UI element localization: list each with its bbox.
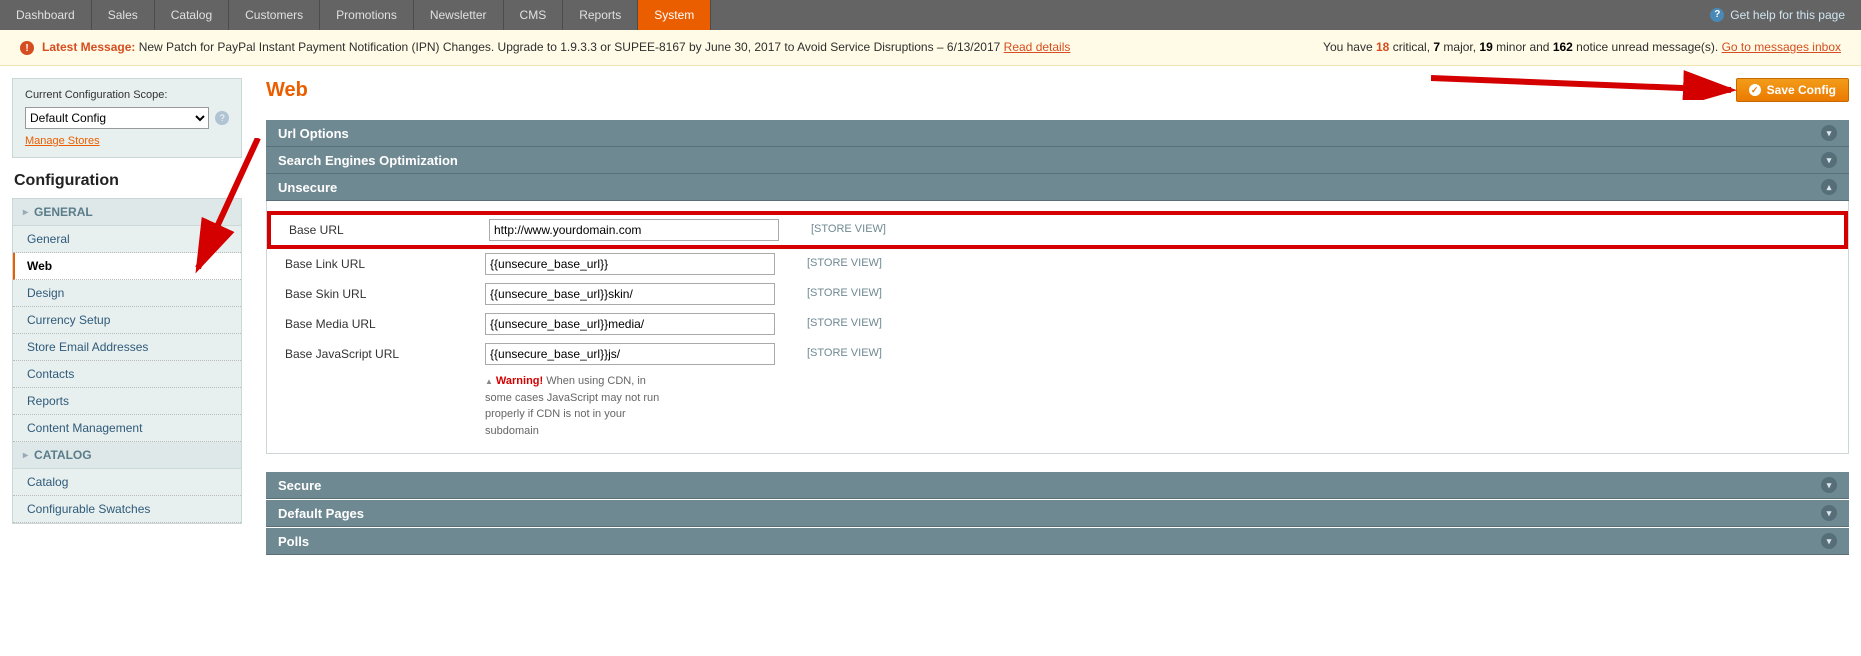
save-config-button[interactable]: ✓ Save Config [1736, 78, 1849, 102]
base-url-label: Base URL [289, 219, 489, 237]
scope-label: Current Configuration Scope: [25, 89, 229, 101]
base-js-url-scope: [STORE VIEW] [775, 343, 1095, 359]
help-label: Get help for this page [1730, 0, 1845, 30]
section-secure[interactable]: Secure ▾ [266, 472, 1849, 499]
menu-currency-setup[interactable]: Currency Setup [13, 307, 241, 334]
chevron-down-icon: ▾ [1821, 533, 1837, 549]
base-js-url-input[interactable] [485, 343, 775, 365]
scope-box: Current Configuration Scope: Default Con… [12, 78, 242, 158]
row-base-media-url: Base Media URL [STORE VIEW] [267, 309, 1848, 339]
row-base-skin-url: Base Skin URL [STORE VIEW] [267, 279, 1848, 309]
js-url-warning: ▲Warning! When using CDN, in some cases … [267, 369, 667, 439]
section-default-pages[interactable]: Default Pages ▾ [266, 500, 1849, 527]
section-url-options[interactable]: Url Options ▾ [266, 120, 1849, 147]
menu-web[interactable]: Web [13, 253, 241, 280]
scope-select[interactable]: Default Config [25, 107, 209, 129]
base-skin-url-input[interactable] [485, 283, 775, 305]
section-catalog[interactable]: CATALOG [13, 442, 241, 469]
base-url-scope: [STORE VIEW] [779, 219, 1099, 235]
menu-store-email[interactable]: Store Email Addresses [13, 334, 241, 361]
inbox-link[interactable]: Go to messages inbox [1722, 40, 1841, 54]
base-url-input[interactable] [489, 219, 779, 241]
unsecure-body: Base URL [STORE VIEW] Base Link URL [STO… [266, 201, 1849, 454]
manage-stores-link[interactable]: Manage Stores [25, 135, 100, 147]
menu-configurable-swatches[interactable]: Configurable Swatches [13, 496, 241, 523]
base-skin-url-scope: [STORE VIEW] [775, 283, 1095, 299]
nav-catalog[interactable]: Catalog [155, 0, 229, 30]
latest-message-label: Latest Message: [42, 40, 135, 54]
message-bar: ! Latest Message: New Patch for PayPal I… [0, 30, 1861, 66]
save-config-label: Save Config [1767, 83, 1836, 97]
section-unsecure[interactable]: Unsecure ▴ [266, 174, 1849, 201]
critical-count: 18 [1376, 40, 1389, 54]
section-seo[interactable]: Search Engines Optimization ▾ [266, 147, 1849, 174]
nav-customers[interactable]: Customers [229, 0, 320, 30]
base-media-url-scope: [STORE VIEW] [775, 313, 1095, 329]
base-media-url-input[interactable] [485, 313, 775, 335]
section-general[interactable]: GENERAL [13, 199, 241, 226]
latest-message-text: New Patch for PayPal Instant Payment Not… [139, 40, 1001, 54]
message-summary: You have 18 critical, 7 major, 19 minor … [1323, 40, 1841, 54]
nav-cms[interactable]: CMS [504, 0, 564, 30]
nav-newsletter[interactable]: Newsletter [414, 0, 504, 30]
nav-promotions[interactable]: Promotions [320, 0, 414, 30]
menu-content-management[interactable]: Content Management [13, 415, 241, 442]
row-base-url: Base URL [STORE VIEW] [267, 211, 1848, 249]
menu-design[interactable]: Design [13, 280, 241, 307]
base-link-url-input[interactable] [485, 253, 775, 275]
top-nav: Dashboard Sales Catalog Customers Promot… [0, 0, 1861, 30]
notice-count: 162 [1553, 40, 1573, 54]
alert-icon: ! [20, 41, 34, 55]
menu-contacts[interactable]: Contacts [13, 361, 241, 388]
read-details-link[interactable]: Read details [1004, 40, 1071, 54]
nav-reports[interactable]: Reports [563, 0, 638, 30]
base-link-url-label: Base Link URL [285, 253, 485, 271]
help-link[interactable]: ? Get help for this page [1694, 0, 1861, 30]
row-base-link-url: Base Link URL [STORE VIEW] [267, 249, 1848, 279]
minor-count: 19 [1479, 40, 1492, 54]
base-media-url-label: Base Media URL [285, 313, 485, 331]
menu-general[interactable]: General [13, 226, 241, 253]
chevron-down-icon: ▾ [1821, 477, 1837, 493]
nav-dashboard[interactable]: Dashboard [0, 0, 92, 30]
page-title: Web [266, 79, 308, 102]
base-link-url-scope: [STORE VIEW] [775, 253, 1095, 269]
configuration-heading: Configuration [14, 172, 242, 190]
nav-system[interactable]: System [638, 0, 711, 30]
menu-catalog[interactable]: Catalog [13, 469, 241, 496]
base-js-url-label: Base JavaScript URL [285, 343, 485, 361]
chevron-down-icon: ▾ [1821, 505, 1837, 521]
base-skin-url-label: Base Skin URL [285, 283, 485, 301]
scope-help-icon[interactable]: ? [215, 111, 229, 125]
menu-reports[interactable]: Reports [13, 388, 241, 415]
chevron-up-icon: ▴ [1821, 179, 1837, 195]
row-base-js-url: Base JavaScript URL [STORE VIEW] [267, 339, 1848, 369]
chevron-down-icon: ▾ [1821, 152, 1837, 168]
side-menu: GENERAL General Web Design Currency Setu… [12, 198, 242, 524]
check-icon: ✓ [1749, 84, 1761, 96]
help-icon: ? [1710, 8, 1724, 22]
nav-sales[interactable]: Sales [92, 0, 155, 30]
triangle-icon: ▲ [485, 377, 493, 386]
section-polls[interactable]: Polls ▾ [266, 528, 1849, 555]
chevron-down-icon: ▾ [1821, 125, 1837, 141]
